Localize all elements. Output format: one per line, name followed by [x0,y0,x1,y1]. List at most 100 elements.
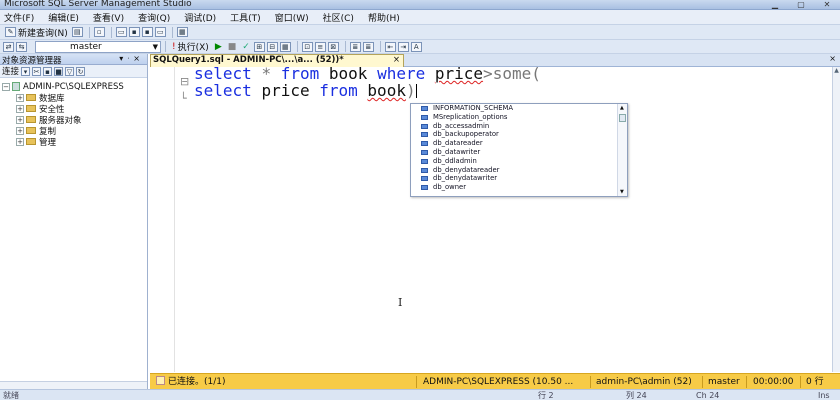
activity-monitor-icon[interactable]: ▦ [176,27,188,37]
tree-node-databases[interactable]: + 数据库 [0,92,147,104]
execute-button[interactable]: ! 执行(X) [170,41,211,54]
scroll-up-icon[interactable]: ▲ [620,105,624,111]
completion-item[interactable]: db_datareader [411,139,627,148]
database-status: master [708,377,740,387]
scroll-up-icon[interactable]: ▲ [833,67,840,74]
menu-file[interactable]: 文件(F) [4,11,34,24]
database-engine-query-icon[interactable]: ▤ [71,27,83,37]
display-plan-icon[interactable]: ⊞ [253,41,265,52]
cancel-query-icon[interactable]: ■ [226,41,239,53]
expand-icon[interactable]: + [16,93,24,102]
connection-status-text: 已连接。(1/1) [168,377,226,387]
print-icon[interactable]: ▭ [154,27,166,37]
intellisense-scrollbar[interactable]: ▲ ▼ [617,104,627,196]
results-to-grid-icon[interactable]: ▦ [279,41,291,52]
ibeam-cursor-icon: I [398,296,403,309]
minimize-icon[interactable]: ▁ [768,0,782,9]
object-explorer-tree: − ADMIN-PC\SQLEXPRESS + 数据库 + 安全性 + 服务器对… [0,78,147,148]
schema-icon [421,176,428,182]
tree-node-replication[interactable]: + 复制 [0,125,147,137]
results-to-text-icon[interactable]: ≡ [314,41,326,52]
close-document-icon[interactable]: × [829,54,836,63]
intellisense-list[interactable]: INFORMATION_SCHEMA MSreplication_options… [410,103,628,197]
folder-icon [26,94,36,101]
menu-window[interactable]: 窗口(W) [275,11,309,24]
completion-item[interactable]: db_ddladmin [411,157,627,166]
expand-icon[interactable]: + [16,137,24,146]
completion-item[interactable]: db_denydatawriter [411,174,627,183]
schema-icon [421,132,428,138]
disconnect-icon[interactable]: ⇆ [16,41,27,52]
tree-node-management[interactable]: + 管理 [0,136,147,148]
menu-view[interactable]: 查看(V) [93,11,124,24]
menu-debug[interactable]: 调试(D) [184,11,216,24]
expand-icon[interactable]: + [16,115,24,124]
completion-item[interactable]: INFORMATION_SCHEMA [411,104,627,113]
open-file-icon[interactable]: ▭ [115,27,127,37]
table-icon [421,114,428,120]
menu-community[interactable]: 社区(C) [323,11,354,24]
tree-node-server[interactable]: − ADMIN-PC\SQLEXPRESS [0,81,147,92]
collapse-region-icon[interactable]: ⊟ [180,73,189,90]
available-databases-select[interactable]: master ▼ [35,40,161,53]
uncomment-icon[interactable]: ≣ [362,41,374,52]
refresh-icon[interactable]: ↻ [76,66,86,76]
disconnect-icon[interactable]: ✂ [32,66,42,76]
editor-gutter [174,67,175,372]
menu-query[interactable]: 查询(Q) [138,11,170,24]
completion-item[interactable]: db_owner [411,183,627,192]
menu-edit[interactable]: 编辑(E) [48,11,79,24]
new-query-button[interactable]: ✎ 新建查询(N) [3,26,70,39]
results-to-file-icon[interactable]: ⊠ [327,41,339,52]
expand-icon[interactable]: + [16,126,24,135]
completion-item[interactable]: db_denydatareader [411,166,627,175]
save-all-icon[interactable]: ▪ [141,27,153,37]
editor-vertical-scrollbar[interactable]: ▲ [832,67,840,372]
completion-item[interactable]: db_accessadmin [411,122,627,131]
operator: > [483,64,493,83]
specify-values-icon[interactable]: A [410,41,422,52]
completion-label: db_owner [433,183,467,192]
code-text[interactable]: select * from book where price>some( sel… [194,65,541,99]
folder-icon [26,138,36,145]
completion-label: db_denydatawriter [433,174,498,183]
debug-icon[interactable]: ▶ [213,41,224,53]
save-icon[interactable]: ▪ [128,27,140,37]
new-file-icon[interactable]: ▫ [93,27,105,37]
stop-icon[interactable]: ■ [54,66,64,76]
tree-node-server-objects[interactable]: + 服务器对象 [0,114,147,126]
increase-indent-icon[interactable]: ⇥ [397,41,409,52]
completion-item[interactable]: db_backupoperator [411,130,627,139]
query-designer-icon[interactable]: ⊟ [266,41,278,52]
code-line-1: select * from book where price>some( [194,65,541,82]
completion-item[interactable]: db_datawriter [411,148,627,157]
close-icon[interactable]: × [133,54,144,63]
expand-icon[interactable]: + [16,104,24,113]
completion-label: db_datareader [433,139,483,148]
comment-icon[interactable]: ≣ [349,41,361,52]
schema-icon [421,149,428,155]
scroll-down-icon[interactable]: ▼ [620,189,624,195]
status-divider [416,376,417,388]
tree-node-security[interactable]: + 安全性 [0,103,147,115]
register-icon[interactable]: ▪ [43,66,53,76]
tree-node-label: 管理 [39,137,57,148]
include-plan-icon[interactable]: ⊡ [301,41,313,52]
status-divider [746,376,747,388]
menu-help[interactable]: 帮助(H) [368,11,400,24]
decrease-indent-icon[interactable]: ⇤ [384,41,396,52]
completion-item[interactable]: MSreplication_options [411,113,627,122]
maximize-icon[interactable]: ▢ [794,0,808,9]
menu-tools[interactable]: 工具(T) [230,11,261,24]
filter-icon[interactable]: ▽ [65,66,75,76]
toolbar-separator [379,41,381,52]
collapse-icon[interactable]: − [2,82,10,91]
window-controls: ▁ ▢ ✕ [768,0,834,9]
connect-button[interactable]: 连接 [2,65,19,77]
connect-icon[interactable]: ▾ [21,66,31,76]
parse-icon[interactable]: ✓ [240,41,252,53]
completion-label: db_ddladmin [433,156,477,165]
connect-icon[interactable]: ⇄ [3,41,14,52]
scroll-thumb[interactable] [619,114,626,122]
close-icon[interactable]: ✕ [820,0,834,9]
